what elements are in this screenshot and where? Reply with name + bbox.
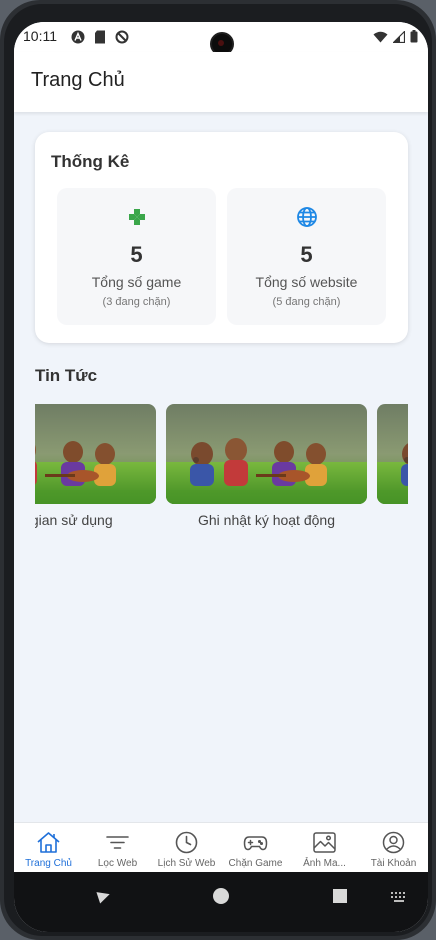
stat-value-websites: 5 <box>300 242 313 267</box>
status-system-icons <box>373 30 418 48</box>
back-icon[interactable] <box>94 886 114 906</box>
filter-icon <box>105 830 130 855</box>
news-image <box>377 404 408 504</box>
wifi-icon <box>373 30 388 48</box>
stat-label-websites: Tổng số website <box>255 274 358 290</box>
status-time: 10:11 <box>23 28 57 44</box>
nav-label: Chặn Game <box>228 858 283 869</box>
device-frame: 10:11 Trang Chủ Thống Kê 5 Tổng số game … <box>0 0 436 940</box>
stats-title: Thống Kê <box>51 152 130 171</box>
nav-label: Trang Chủ <box>25 858 72 869</box>
clock-icon <box>174 830 199 855</box>
image-icon <box>312 830 337 855</box>
bottom-navigation: Trang Chủ Lọc Web Lịch Sử Web Chặn Game … <box>14 822 428 872</box>
stat-value-games: 5 <box>130 242 143 267</box>
nav-label: Tài Khoản <box>370 858 417 869</box>
stat-tile-games[interactable]: 5 Tổng số game (3 đang chặn) <box>57 188 216 325</box>
nav-item-account[interactable]: Tài Khoản <box>359 823 428 873</box>
nav-item-home[interactable]: Trang Chủ <box>14 823 83 873</box>
battery-icon <box>410 30 418 48</box>
stats-card: Thống Kê 5 Tổng số game (3 đang chặn) 5 … <box>35 132 408 343</box>
sd-card-icon <box>92 29 107 44</box>
nav-label: Lọc Web <box>97 858 138 869</box>
do-not-disturb-icon <box>114 29 129 44</box>
home-icon <box>36 830 61 855</box>
news-image <box>35 404 156 504</box>
nav-label: Ảnh Ma... <box>303 858 346 869</box>
app-bar: Trang Chủ <box>14 52 428 112</box>
gamepad-icon <box>243 830 268 855</box>
home-circle-icon[interactable] <box>211 886 231 906</box>
news-title: Tin Tức <box>35 366 98 385</box>
news-card[interactable]: Thời gian sử dụng <box>35 404 156 528</box>
status-notification-icons <box>70 29 129 44</box>
news-caption: Thời gian sử dụng <box>35 512 113 528</box>
news-image <box>166 404 367 504</box>
stat-label-games: Tổng số game <box>91 274 182 290</box>
news-card[interactable] <box>377 404 408 512</box>
recents-icon[interactable] <box>330 886 350 906</box>
gamepad-icon <box>126 206 148 228</box>
page-title: Trang Chủ <box>31 69 125 91</box>
stat-tile-websites[interactable]: 5 Tổng số website (5 đang chặn) <box>227 188 386 325</box>
a-circle-icon <box>70 29 85 44</box>
system-navigation-bar <box>14 872 428 932</box>
cell-signal-icon <box>392 30 406 48</box>
phone-screen: 10:11 Trang Chủ Thống Kê 5 Tổng số game … <box>14 22 428 932</box>
stat-sub-games: (3 đang chặn) <box>102 296 171 308</box>
keyboard-icon[interactable] <box>389 886 409 906</box>
news-caption: Ghi nhật ký hoạt động <box>198 512 335 528</box>
news-card[interactable]: Ghi nhật ký hoạt động <box>166 404 367 528</box>
nav-item-web-history[interactable]: Lịch Sử Web <box>152 823 221 873</box>
account-icon <box>381 830 406 855</box>
nav-item-web-filter[interactable]: Lọc Web <box>83 823 152 873</box>
globe-icon <box>296 206 318 228</box>
news-carousel[interactable]: Thời gian sử dụng Ghi nhật ký hoạt động <box>35 404 408 534</box>
stat-sub-websites: (5 đang chặn) <box>272 296 341 308</box>
status-bar: 10:11 <box>14 22 428 56</box>
nav-item-block-game[interactable]: Chặn Game <box>221 823 290 873</box>
device-bezel: 10:11 Trang Chủ Thống Kê 5 Tổng số game … <box>4 4 432 936</box>
nav-item-images[interactable]: Ảnh Ma... <box>290 823 359 873</box>
nav-label: Lịch Sử Web <box>157 858 216 869</box>
